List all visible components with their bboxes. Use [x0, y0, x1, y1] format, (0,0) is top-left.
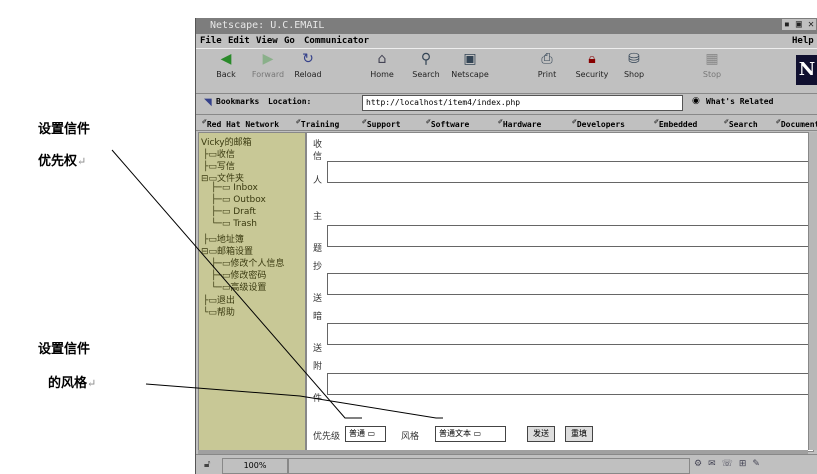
priority-leader-line — [111, 149, 362, 419]
annotation-lines — [111, 149, 443, 419]
style-leader-line — [145, 383, 443, 419]
